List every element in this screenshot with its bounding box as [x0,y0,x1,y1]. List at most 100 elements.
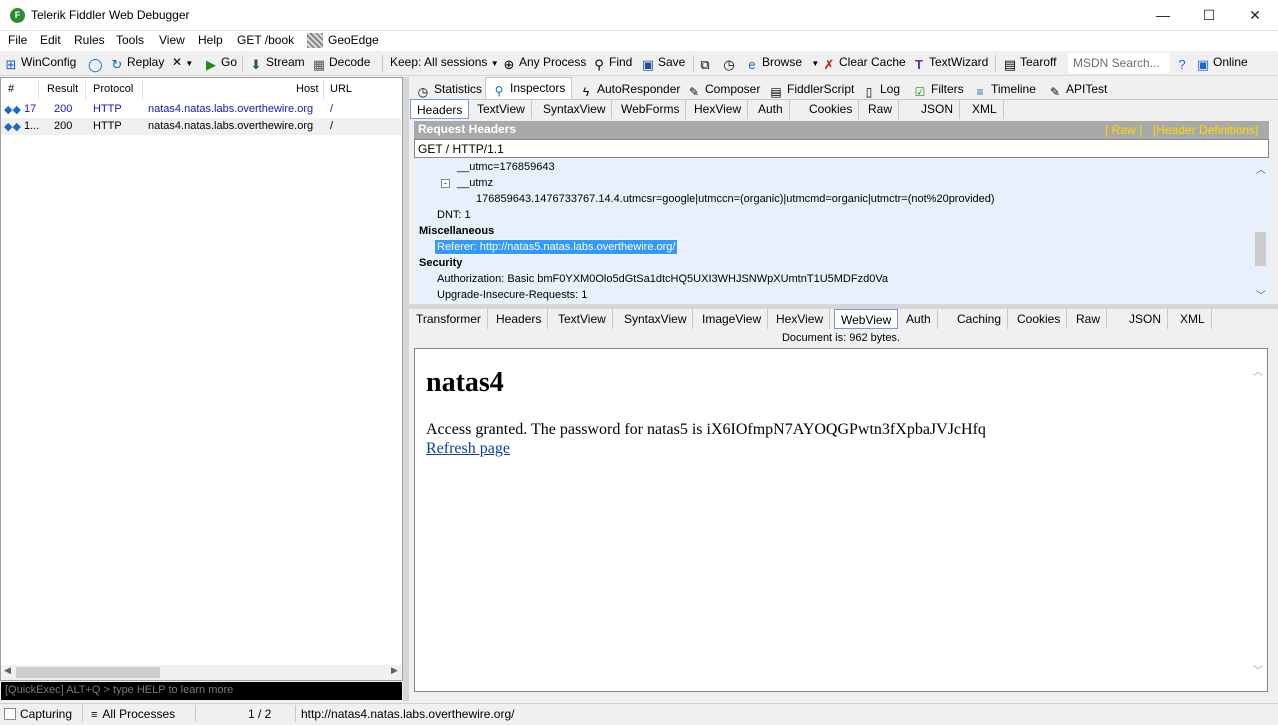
minimize-button[interactable]: — [1140,0,1186,31]
tab-statistics[interactable]: ◷ Statistics [410,79,488,100]
resp-tab-headers[interactable]: Headers [490,309,549,329]
any-process-button[interactable]: ⊕ Any Process [502,55,587,72]
menu-edit[interactable]: Edit [40,33,61,47]
referer-header[interactable]: Referer: http://natas5.natas.labs.overth… [433,239,679,255]
go-button[interactable]: ▶ Go [204,55,237,72]
tab-fiddlerscript[interactable]: ▤ FiddlerScript [763,79,860,100]
scrollbar-thumb[interactable] [1255,232,1266,266]
textwizard-button[interactable]: T TextWizard [912,55,988,72]
stream-button[interactable]: ⬇ Stream [249,55,305,72]
log-icon: ▯ [865,85,873,99]
req-tab-webforms[interactable]: WebForms [615,99,687,119]
clear-cache-icon: ✗ [823,57,835,72]
table-row[interactable]: ◆◆ 1... 200 HTTP natas4.natas.labs.overt… [1,118,401,135]
help-icon[interactable]: ? [1175,55,1192,72]
webview-panel[interactable] [414,348,1268,692]
menu-get-book[interactable]: GET /book [237,33,294,47]
scrollbar-thumb[interactable] [16,667,160,678]
req-tab-syntaxview[interactable]: SyntaxView [537,99,613,119]
timer-icon[interactable]: ◷ [722,55,739,72]
capturing-status[interactable]: Capturing [4,707,72,721]
resp-tab-imageview[interactable]: ImageView [696,309,769,329]
tab-log[interactable]: ▯ Log [856,79,906,100]
resp-tab-webview[interactable]: WebView [834,309,899,329]
collapse-icon[interactable]: - [441,179,450,188]
close-button[interactable]: ✕ [1232,0,1278,31]
req-tab-cookies[interactable]: Cookies [803,99,860,119]
find-button[interactable]: ⚲ Find [592,55,632,72]
req-tab-hexview[interactable]: HexView [688,99,749,119]
scroll-up-icon[interactable]: ︿ [1256,161,1266,176]
tab-composer[interactable]: ✎ Composer [681,79,766,100]
scroll-right-icon[interactable]: ▶ [391,665,398,676]
tab-autoresponder[interactable]: ϟ AutoResponder [573,79,686,100]
keep-sessions-dropdown[interactable]: Keep: All sessions ▼ [390,55,499,69]
request-vertical-scrollbar[interactable] [1253,160,1268,301]
sessions-list[interactable] [0,77,403,681]
column-separator [142,80,143,100]
session-arrows-icon: ◆◆ [4,121,21,133]
menu-help[interactable]: Help [198,33,223,47]
menu-tools[interactable]: Tools [116,33,144,47]
resp-tab-textview[interactable]: TextView [552,309,613,329]
column-result[interactable]: Result [47,83,78,95]
resp-tab-caching[interactable]: Caching [951,309,1009,329]
remove-button[interactable]: ✕ ▼ [172,55,193,69]
req-tab-xml[interactable]: XML [966,99,1004,119]
process-filter[interactable]: ≡ All Processes [91,707,175,721]
column-separator [323,80,324,100]
resp-tab-cookies[interactable]: Cookies [1011,309,1068,329]
maximize-button[interactable]: ☐ [1186,0,1232,31]
resp-tab-auth[interactable]: Auth [900,309,938,329]
resp-tab-hexview[interactable]: HexView [770,309,831,329]
play-icon: ▶ [206,57,216,72]
quickexec-input[interactable]: [QuickExec] ALT+Q > type HELP to learn m… [1,682,402,700]
tab-filters[interactable]: ☑ Filters [907,79,970,100]
msdn-search-input[interactable]: MSDN Search... [1068,53,1170,73]
scroll-left-icon[interactable]: ◀ [4,665,11,676]
menu-view[interactable]: View [159,33,185,47]
comment-icon[interactable]: ◯ [88,55,105,72]
screenshot-icon[interactable]: ⧉ [698,55,715,72]
req-tab-headers[interactable]: Headers [410,99,470,119]
resp-tab-json[interactable]: JSON [1123,309,1169,329]
decode-button[interactable]: ▦ Decode [312,55,371,72]
scroll-down-icon[interactable]: ﹀ [1256,287,1266,302]
winconfig-button[interactable]: ⊞ WinConfig [4,55,77,72]
script-icon: ▤ [770,85,782,99]
raw-link[interactable]: [ Raw ] [1105,123,1142,137]
resp-tab-xml[interactable]: XML [1174,309,1212,329]
page-heading: natas4 [426,367,504,398]
browse-button[interactable]: e Browse ▼ [745,55,819,72]
utmz-cookie-label: __utmz [457,177,494,189]
column-protocol[interactable]: Protocol [93,83,133,95]
tab-apitest[interactable]: ✎ APITest [1042,79,1113,100]
resp-tab-raw[interactable]: Raw [1070,309,1108,329]
clear-cache-button[interactable]: ✗ Clear Cache [822,55,906,72]
menu-rules[interactable]: Rules [74,33,105,47]
column-number[interactable]: # [8,83,14,95]
req-tab-auth[interactable]: Auth [752,99,790,119]
tearoff-button[interactable]: ▤ Tearoff [1003,55,1057,72]
header-definitions-link[interactable]: [Header Definitions] [1153,123,1258,137]
tab-timeline[interactable]: ≡ Timeline [967,79,1042,100]
save-button[interactable]: ▣ Save [641,55,686,72]
column-host[interactable]: Host [296,83,319,95]
menu-file[interactable]: File [8,33,27,47]
tab-inspectors[interactable]: ⚲ Inspectors [485,77,573,100]
resp-tab-transformer[interactable]: Transformer [410,309,488,329]
replay-button[interactable]: ↻ Replay [110,55,165,72]
toolbar-separator [242,55,243,72]
online-status[interactable]: ▣ Online [1196,55,1248,72]
req-tab-raw[interactable]: Raw [862,99,900,119]
column-url[interactable]: URL [330,83,352,95]
table-row[interactable]: ◆◆ 17 200 HTTP natas4.natas.labs.overthe… [1,101,401,118]
menu-geoedge[interactable]: GeoEdge [328,33,379,47]
refresh-page-link[interactable]: Refresh page [426,440,510,458]
resp-tab-syntaxview[interactable]: SyntaxView [618,309,694,329]
req-tab-textview[interactable]: TextView [471,99,532,119]
req-tab-json[interactable]: JSON [915,99,961,119]
access-granted-text: Access granted. The password for natas5 … [426,421,986,438]
scroll-down-icon[interactable]: ﹀ [1253,662,1263,677]
scroll-up-icon[interactable]: ︿ [1253,363,1263,378]
